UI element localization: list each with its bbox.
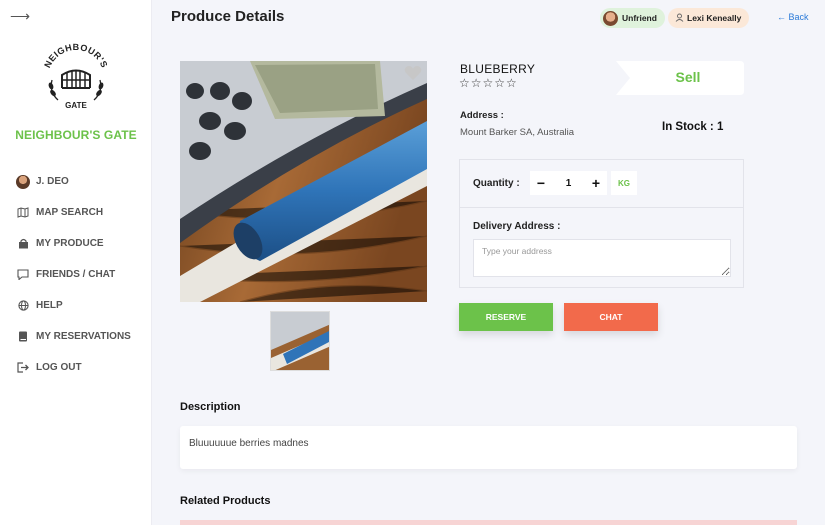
sidebar-item-my-produce[interactable]: MY PRODUCE	[16, 228, 152, 259]
brand-name: NEIGHBOUR'S GATE	[15, 128, 137, 142]
sidebar-item-label: FRIENDS / CHAT	[36, 269, 116, 280]
address-value: Mount Barker SA, Australia	[460, 127, 575, 138]
favorite-heart-icon[interactable]	[404, 65, 422, 81]
product-name: BLUEBERRY	[460, 62, 536, 76]
sidebar-item-label: MY PRODUCE	[36, 238, 104, 249]
sidebar-item-label: HELP	[36, 300, 63, 311]
book-icon	[16, 330, 30, 344]
sidebar-item-label: J. DEO	[36, 176, 69, 187]
map-icon	[16, 206, 30, 220]
neighbours-gate-logo: NEIGHBOUR'S GATE	[42, 42, 109, 110]
address-label: Address :	[460, 110, 504, 121]
quantity-value[interactable]: 1	[552, 178, 585, 189]
sidebar-item-log-out[interactable]: LOG OUT	[16, 352, 152, 383]
sidebar-item-label: MAP SEARCH	[36, 207, 104, 218]
unfriend-label: Unfriend	[622, 13, 657, 23]
delivery-address-label: Delivery Address :	[473, 221, 561, 232]
collapse-arrow-icon[interactable]: ⟶	[10, 8, 30, 25]
sidebar-item-map-search[interactable]: MAP SEARCH	[16, 197, 152, 228]
user-icon	[675, 13, 684, 24]
order-panel: Quantity : − 1 + KG Delivery Address :	[459, 159, 744, 288]
back-link[interactable]: ← Back	[777, 12, 809, 22]
product-main-image	[180, 61, 427, 302]
unit-selector[interactable]: KG	[611, 171, 637, 195]
owner-name: Lexi Keneally	[687, 13, 742, 23]
related-products-list	[180, 520, 797, 525]
globe-icon	[16, 299, 30, 313]
unfriend-button[interactable]: Unfriend	[600, 8, 665, 28]
listing-type-badge: Sell	[616, 61, 744, 95]
sidebar: ⟶ NEIGHBOUR'S GATE NEIGHBOUR'S GATE J. D…	[0, 0, 152, 525]
friend-avatar	[603, 10, 618, 26]
user-avatar	[16, 174, 30, 189]
reserve-button[interactable]: RESERVE	[459, 303, 553, 331]
description-heading: Description	[180, 401, 241, 413]
related-products-heading: Related Products	[180, 495, 271, 507]
sidebar-item-profile[interactable]: J. DEO	[16, 166, 152, 197]
svg-text:NEIGHBOUR'S: NEIGHBOUR'S	[42, 42, 109, 69]
sidebar-item-label: MY RESERVATIONS	[36, 331, 131, 342]
quantity-label: Quantity :	[473, 178, 520, 189]
svg-text:GATE: GATE	[65, 101, 87, 110]
sidebar-item-help[interactable]: HELP	[16, 290, 152, 321]
chat-icon	[16, 268, 30, 282]
increment-button[interactable]: +	[585, 171, 607, 195]
bag-icon	[16, 237, 30, 251]
owner-profile-button[interactable]: Lexi Keneally	[668, 8, 750, 28]
stock-status: In Stock : 1	[662, 121, 724, 133]
logout-icon	[16, 361, 30, 375]
sidebar-item-label: LOG OUT	[36, 362, 82, 373]
decrement-button[interactable]: −	[530, 171, 552, 195]
sidebar-item-my-reservations[interactable]: MY RESERVATIONS	[16, 321, 152, 352]
divider	[460, 207, 743, 208]
listing-type-label: Sell	[675, 69, 701, 85]
quantity-stepper: − 1 +	[530, 171, 607, 195]
description-text: Bluuuuuue berries madnes	[180, 426, 797, 469]
sidebar-nav: J. DEO MAP SEARCH MY PRODUCE FRIENDS / C…	[16, 166, 152, 383]
rating-stars[interactable]: ☆☆☆☆☆	[459, 76, 518, 90]
chat-button[interactable]: CHAT	[564, 303, 658, 331]
page-title: Produce Details	[171, 8, 285, 25]
delivery-address-input[interactable]	[473, 239, 731, 277]
sidebar-item-friends-chat[interactable]: FRIENDS / CHAT	[16, 259, 152, 290]
product-thumbnail[interactable]	[270, 311, 330, 371]
page-header: Produce Details Unfriend Lexi Keneally ←…	[152, 0, 825, 38]
